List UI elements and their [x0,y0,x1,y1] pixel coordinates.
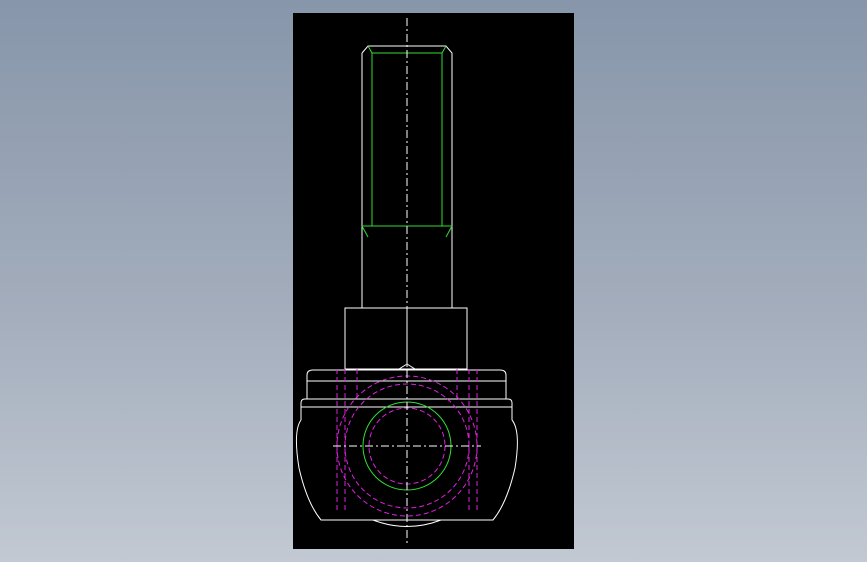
hex-nut-edge-right2 [406,363,416,370]
thread-end-chamfer-right [445,225,453,238]
cad-viewport[interactable] [293,13,574,549]
hex-nut-edge-right [398,363,408,370]
centerline-group [333,18,481,543]
hex-nut [344,307,468,370]
cad-drawing [295,18,518,543]
thread-end-chamfer-left [361,225,369,238]
